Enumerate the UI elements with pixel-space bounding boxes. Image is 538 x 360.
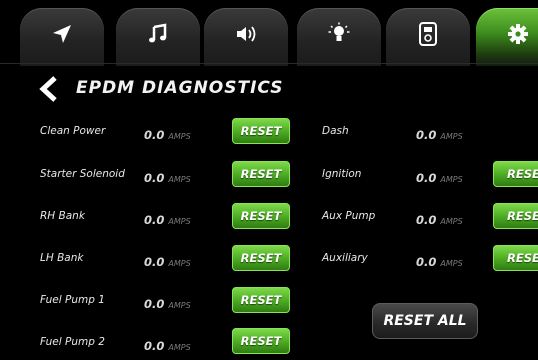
reset-button-clean-power[interactable]: RESET bbox=[232, 118, 290, 144]
channel-value-clean-power: 0.0 AMPS bbox=[144, 128, 191, 142]
channel-value-dash: 0.0 AMPS bbox=[416, 128, 463, 142]
channel-label-clean-power: Clean Power bbox=[40, 125, 106, 137]
channel-value-starter-solenoid: 0.0 AMPS bbox=[144, 171, 191, 185]
tab-divider bbox=[0, 63, 538, 64]
channel-value-rh-bank: 0.0 AMPS bbox=[144, 213, 191, 227]
reset-button-fuel-pump-1[interactable]: RESET bbox=[232, 287, 290, 313]
tab-settings[interactable] bbox=[476, 8, 538, 66]
reset-button-ignition[interactable]: RESE bbox=[493, 161, 538, 187]
music-icon bbox=[146, 22, 170, 46]
tab-lights[interactable] bbox=[297, 8, 381, 66]
channel-label-auxiliary: Auxiliary bbox=[322, 252, 368, 264]
channel-value-fuel-pump-1: 0.0 AMPS bbox=[144, 297, 191, 311]
page-title: EPDM DIAGNOSTICS bbox=[76, 78, 284, 98]
channel-value-auxiliary: 0.0 AMPS bbox=[416, 255, 463, 269]
channel-label-ignition: Ignition bbox=[322, 168, 362, 180]
reset-button-rh-bank[interactable]: RESET bbox=[232, 203, 290, 229]
navigation-icon bbox=[50, 22, 74, 46]
tab-music[interactable] bbox=[116, 8, 200, 66]
channel-value-fuel-pump-2: 0.0 AMPS bbox=[144, 339, 191, 353]
reset-all-button[interactable]: RESET ALL bbox=[372, 303, 478, 339]
volume-icon bbox=[234, 22, 258, 46]
reset-button-aux-pump[interactable]: RESE bbox=[493, 203, 538, 229]
tab-volume[interactable] bbox=[204, 8, 288, 66]
channel-label-dash: Dash bbox=[322, 125, 349, 137]
reset-button-auxiliary[interactable]: RESE bbox=[493, 245, 538, 271]
gear-icon bbox=[506, 22, 530, 46]
reset-button-fuel-pump-2[interactable]: RESET bbox=[232, 328, 290, 354]
reset-button-starter-solenoid[interactable]: RESET bbox=[232, 161, 290, 187]
channel-label-lh-bank: LH Bank bbox=[40, 252, 84, 264]
channel-label-starter-solenoid: Starter Solenoid bbox=[40, 168, 125, 180]
channel-label-rh-bank: RH Bank bbox=[40, 210, 85, 222]
back-arrow-icon[interactable] bbox=[38, 76, 60, 102]
tab-navigation[interactable] bbox=[20, 8, 104, 66]
channel-label-aux-pump: Aux Pump bbox=[322, 210, 376, 222]
channel-value-ignition: 0.0 AMPS bbox=[416, 171, 463, 185]
channel-value-lh-bank: 0.0 AMPS bbox=[144, 255, 191, 269]
channel-value-aux-pump: 0.0 AMPS bbox=[416, 213, 463, 227]
channel-label-fuel-pump-2: Fuel Pump 2 bbox=[40, 336, 105, 348]
top-tab-bar bbox=[0, 0, 538, 66]
tab-device[interactable] bbox=[386, 8, 470, 66]
light-bulb-icon bbox=[327, 22, 351, 46]
channel-label-fuel-pump-1: Fuel Pump 1 bbox=[40, 294, 105, 306]
reset-button-lh-bank[interactable]: RESET bbox=[232, 245, 290, 271]
device-icon bbox=[416, 22, 440, 46]
